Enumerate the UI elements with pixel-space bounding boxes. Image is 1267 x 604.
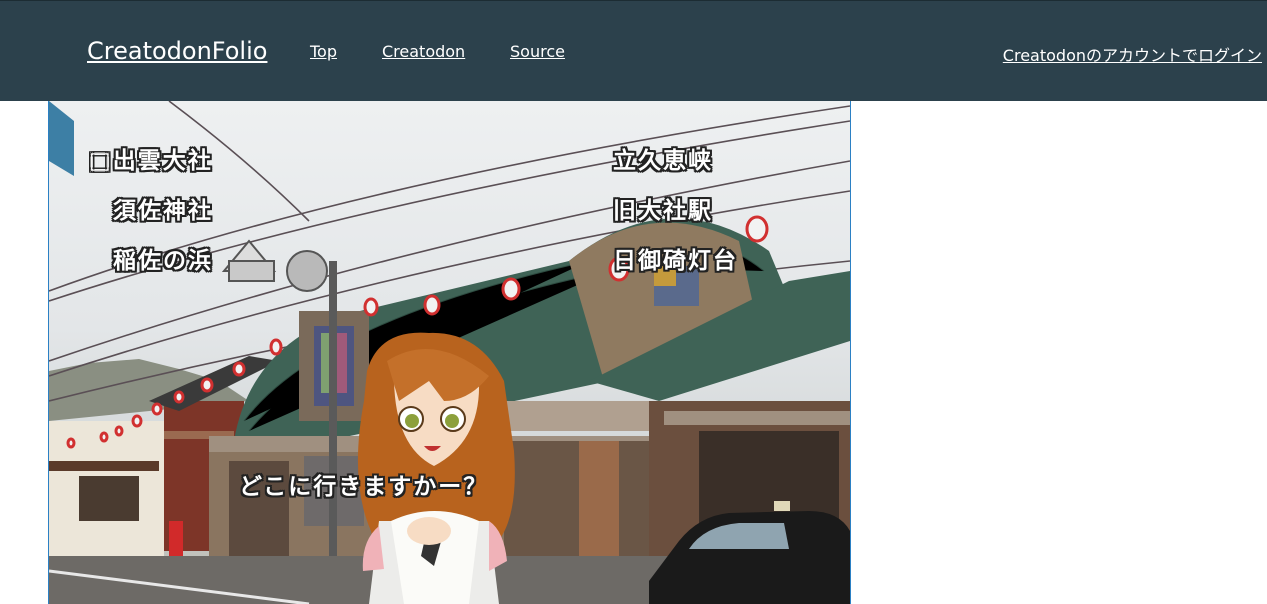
station-background — [49, 101, 850, 604]
dialogue-text: どこに行きますかー？ — [239, 474, 489, 500]
choice-tachikue-kyo[interactable]: 立久恵峡 — [613, 141, 713, 175]
nav-link-creatodon[interactable]: Creatodon — [382, 42, 465, 61]
choice-izumo-taisha[interactable]: □出雲大社 — [89, 141, 213, 175]
choice-kyu-taisha-eki[interactable]: 旧大社駅 — [613, 191, 713, 225]
login-link[interactable]: Creatodonのアカウントでログイン — [1003, 42, 1262, 66]
nav-link-source[interactable]: Source — [510, 42, 565, 61]
game-scene[interactable]: □出雲大社 須佐神社 稲佐の浜 立久恵峡 旧大社駅 日御碕灯台 どこに行きますか… — [48, 101, 851, 604]
top-navbar: CreatodonFolio Top Creatodon Source Crea… — [0, 0, 1267, 101]
brand-link[interactable]: CreatodonFolio — [87, 37, 267, 65]
choice-inasa-no-hama[interactable]: 稲佐の浜 — [113, 241, 213, 275]
choice-susa-jinja[interactable]: 須佐神社 — [113, 191, 213, 225]
choice-hinomisaki-todai[interactable]: 日御碕灯台 — [613, 241, 738, 275]
nav-link-top[interactable]: Top — [310, 42, 337, 61]
